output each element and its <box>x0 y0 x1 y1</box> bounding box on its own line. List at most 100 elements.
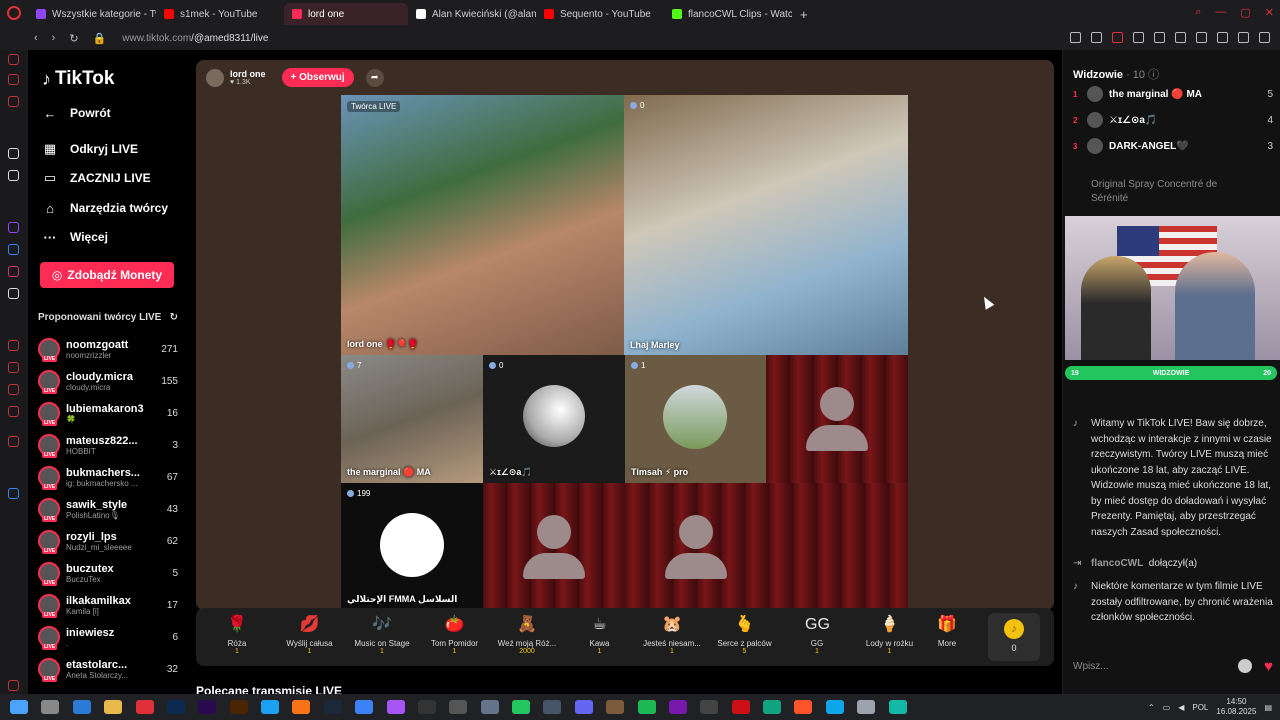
close-icon[interactable]: ✕ <box>1265 6 1274 19</box>
language-indicator[interactable]: POL <box>1192 703 1208 712</box>
gift-item[interactable]: 🧸 Weź moją Róż... 2000 <box>488 614 566 655</box>
mini-video[interactable] <box>1065 216 1280 360</box>
app-icon[interactable] <box>700 700 719 714</box>
sidebar-app-icon[interactable] <box>8 170 19 181</box>
emoji-icon[interactable] <box>1238 659 1253 673</box>
play-icon[interactable] <box>1133 32 1144 43</box>
suggested-creator[interactable]: LIVE buczutex BuczuTex 5 <box>38 558 178 588</box>
guest-cell[interactable]: 0 ⚔ɪ∠⊙a🎵 <box>483 355 625 483</box>
chat-username[interactable]: flancoCWL <box>1091 558 1143 569</box>
gift-item[interactable]: ☕ Kawa 1 <box>561 614 639 655</box>
network-icon[interactable]: ▭ <box>1163 703 1171 712</box>
download-icon[interactable] <box>1217 32 1228 43</box>
app-icon[interactable] <box>292 700 311 714</box>
app-icon[interactable] <box>261 700 279 714</box>
avatar[interactable] <box>206 68 224 87</box>
suggested-creator[interactable]: LIVE noomzgoatt noomzrizzler 271 <box>38 334 178 364</box>
sidebar-app-icon[interactable] <box>8 74 19 85</box>
chat-input[interactable]: Wpisz... ♥ <box>1073 654 1273 678</box>
suggested-creator[interactable]: LIVE mateusz822... HOBBIT 3 <box>38 430 178 460</box>
heart-icon[interactable] <box>1154 32 1165 43</box>
browser-tab[interactable]: Sequento - YouTube <box>536 3 664 25</box>
get-coins-button[interactable]: ◎ Zdobądź Monety <box>40 262 174 288</box>
suggested-creator[interactable]: LIVE rozyli_lps Nudzi_mi_sleeeee 62 <box>38 526 178 556</box>
suggested-creator[interactable]: LIVE iniewiesz. 6 <box>38 622 178 652</box>
app-icon[interactable] <box>606 700 625 714</box>
sidebar-app-icon[interactable] <box>8 436 19 447</box>
notifications-icon[interactable]: ▤ <box>1264 703 1272 712</box>
guest-cell[interactable]: 0 Lhaj Marley <box>624 95 908 355</box>
empty-seat[interactable] <box>766 355 908 483</box>
nav-discover-live[interactable]: ▦ Odkryj LIVE <box>42 141 138 156</box>
shield-icon[interactable] <box>1112 32 1123 43</box>
nav-back[interactable]: ← Powrót <box>42 106 111 121</box>
guest-cell[interactable]: 1 Timsah ⚡ pro <box>625 355 766 483</box>
volume-icon[interactable]: ◀ <box>1178 703 1184 712</box>
windows-start-icon[interactable] <box>10 700 28 714</box>
sidebar-more-icon[interactable] <box>8 680 19 691</box>
x-icon[interactable] <box>8 288 19 299</box>
url-field[interactable]: www.tiktok.com/@amed8311/live <box>122 33 268 44</box>
suggested-creator[interactable]: LIVE lubiemakaron3 🍀 16 <box>38 398 178 428</box>
gift-item[interactable]: 🍅 Tom Pomidor 1 <box>416 614 494 655</box>
sidebar-app-icon[interactable] <box>8 96 19 107</box>
steam-icon[interactable] <box>323 700 342 714</box>
browser-tab[interactable]: flancoCWL Clips - Watch <box>664 3 792 25</box>
profile-icon[interactable] <box>1238 32 1249 43</box>
info-icon[interactable]: ⓘ <box>1148 69 1159 81</box>
photoshop-icon[interactable] <box>166 700 185 714</box>
epic-icon[interactable] <box>449 700 468 714</box>
extension-icon[interactable] <box>1175 32 1186 43</box>
maximize-icon[interactable]: ▢ <box>1240 6 1250 19</box>
search-icon[interactable]: ⌕ <box>1195 6 1201 19</box>
reload-icon[interactable]: ↻ <box>69 32 78 45</box>
gift-item[interactable]: 🎶 Music on Stage 1 <box>343 614 421 655</box>
brave-icon[interactable] <box>794 700 813 714</box>
app-icon[interactable] <box>386 700 405 714</box>
bookmark-icon[interactable] <box>1070 32 1081 43</box>
top-viewer-row[interactable]: 3 DARK-ANGEL🖤 3 <box>1073 136 1273 156</box>
opera-menu-button[interactable] <box>0 0 28 26</box>
onenote-icon[interactable] <box>668 700 687 714</box>
suggested-creator[interactable]: LIVE ilkakamilkax Kamila [i] 17 <box>38 590 178 620</box>
unreal-icon[interactable] <box>417 700 436 714</box>
tiktok-logo[interactable]: ♪ TikTok <box>42 68 114 90</box>
task-view-icon[interactable] <box>41 700 60 714</box>
gift-item[interactable]: GG GG 1 <box>778 614 856 655</box>
app-icon[interactable] <box>763 700 781 714</box>
coin-balance[interactable]: ♪ 0 <box>988 613 1040 661</box>
app-icon[interactable] <box>543 700 562 714</box>
empty-seat[interactable] <box>625 483 908 610</box>
guest-cell[interactable]: 7 the marginal 🔴 MA <box>341 355 483 483</box>
browser-tab[interactable]: Wszystkie kategorie - Tw <box>28 3 156 25</box>
puzzle-icon[interactable] <box>1196 32 1207 43</box>
settings-icon[interactable] <box>857 700 876 714</box>
instagram-icon[interactable] <box>8 266 19 277</box>
refresh-icon[interactable]: ↻ <box>170 312 178 323</box>
file-explorer-icon[interactable] <box>104 700 123 714</box>
snapshot-icon[interactable] <box>1091 32 1102 43</box>
forward-icon[interactable]: › <box>52 32 56 45</box>
sidebar-app-icon[interactable] <box>8 340 19 351</box>
gift-item[interactable]: 🌹 Róża 1 <box>198 614 276 655</box>
host-name[interactable]: lord one <box>230 69 266 79</box>
guest-cell[interactable]: 199 الإحتلالي FMMA السلاسل <box>341 483 483 610</box>
gift-item[interactable]: 🫰 Serce z palców 5 <box>706 614 784 655</box>
suggested-creator[interactable]: LIVE cloudy.micra cloudy.micra 155 <box>38 366 178 396</box>
menu-icon[interactable] <box>1259 32 1270 43</box>
nav-more[interactable]: ··· Więcej <box>42 230 108 245</box>
sidebar-app-icon[interactable] <box>8 54 19 65</box>
empty-seat[interactable] <box>483 483 625 610</box>
like-heart-icon[interactable]: ♥ <box>1264 658 1273 675</box>
gift-item[interactable]: 💋 Wyślij całusa 1 <box>271 614 349 655</box>
twitch-icon[interactable] <box>8 222 19 233</box>
browser-tab[interactable]: s1mek - YouTube <box>156 3 284 25</box>
gift-item[interactable]: 🐹 Jesteś niesam... 1 <box>633 614 711 655</box>
illustrator-icon[interactable] <box>229 700 248 714</box>
sidebar-app-icon[interactable] <box>8 362 19 373</box>
follow-button[interactable]: + Obserwuj <box>281 68 354 87</box>
sidebar-app-icon[interactable] <box>8 384 19 395</box>
minimize-icon[interactable]: — <box>1215 6 1226 19</box>
app-icon[interactable] <box>355 700 374 714</box>
new-tab-button[interactable]: + <box>792 3 816 25</box>
